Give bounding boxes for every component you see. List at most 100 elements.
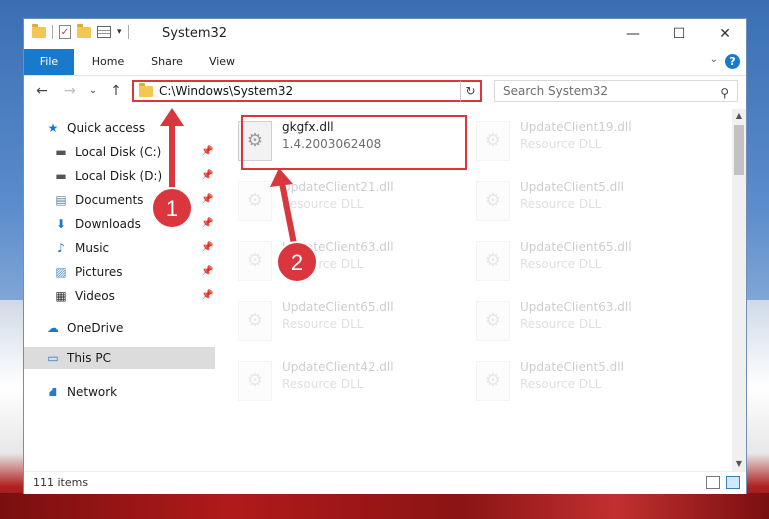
sidebar-item-local-disk-c[interactable]: ▬ Local Disk (C:) 📌 [24, 141, 215, 163]
file-item[interactable]: ⚙ UpdateClient65.dll Resource DLL [232, 295, 457, 350]
new-folder-icon[interactable] [77, 23, 91, 38]
tab-home[interactable]: Home [82, 49, 134, 75]
sidebar-item-label: Quick access [67, 121, 146, 135]
sidebar-item-documents[interactable]: ▤ Documents 📌 [24, 189, 215, 211]
help-icon[interactable]: ? [725, 54, 740, 69]
file-name: UpdateClient5.dll [520, 180, 624, 194]
desktop-background-left [0, 300, 24, 519]
file-highlight-box [241, 115, 467, 170]
documents-icon: ▤ [55, 193, 67, 207]
pin-icon[interactable]: 📌 [201, 189, 213, 211]
dll-file-icon: ⚙ [476, 301, 510, 341]
sidebar-item-videos[interactable]: ▦ Videos 📌 [24, 285, 215, 307]
file-item[interactable]: ⚙ UpdateClient42.dll Resource DLL [232, 355, 457, 410]
navigation-pane: ★ Quick access ▬ Local Disk (C:) 📌 ▬ Loc… [24, 109, 215, 471]
scroll-up-arrow-icon[interactable]: ▲ [732, 109, 746, 123]
large-icons-view-icon[interactable] [726, 476, 740, 489]
file-item[interactable]: ⚙ UpdateClient21.dll Resource DLL [232, 175, 457, 230]
dll-file-icon: ⚙ [238, 301, 272, 341]
drive-icon: ▬ [55, 145, 67, 159]
file-item[interactable]: ⚙ UpdateClient65.dll Resource DLL [470, 235, 695, 290]
dll-file-icon: ⚙ [476, 121, 510, 161]
network-icon: ⛘ [48, 385, 58, 399]
scroll-down-arrow-icon[interactable]: ▼ [732, 457, 746, 471]
star-icon: ★ [47, 121, 59, 135]
customize-dropdown-icon[interactable]: ▾ [117, 27, 122, 37]
up-button[interactable]: ↑ [106, 81, 126, 101]
dll-file-icon: ⚙ [476, 241, 510, 281]
sidebar-item-onedrive[interactable]: ☁ OneDrive [24, 317, 215, 339]
desktop-background-right [746, 300, 769, 519]
file-name: UpdateClient63.dll [520, 300, 632, 314]
tab-file[interactable]: File [24, 49, 74, 75]
file-description: Resource DLL [520, 317, 602, 331]
minimize-button[interactable]: — [610, 19, 656, 49]
title-bar: ✓ ▾ System32 — ☐ ✕ [24, 19, 746, 49]
file-item[interactable]: ⚙ UpdateClient63.dll Resource DLL [232, 235, 457, 290]
forward-button[interactable]: → [60, 81, 80, 101]
tab-share[interactable]: Share [142, 49, 192, 75]
ribbon-tabs: File Home Share View ⌄ ? [24, 49, 746, 76]
recent-locations-button[interactable]: ⌄ [86, 81, 100, 101]
refresh-button[interactable]: ↻ [460, 80, 482, 102]
file-description: Resource DLL [520, 197, 602, 211]
file-description: Resource DLL [282, 317, 364, 331]
sidebar-item-label: OneDrive [67, 321, 124, 335]
sidebar-item-this-pc[interactable]: ▭ This PC [24, 347, 215, 369]
pin-icon[interactable]: 📌 [201, 261, 213, 283]
file-name: UpdateClient63.dll [282, 240, 394, 254]
pin-icon[interactable]: 📌 [201, 237, 213, 259]
pin-icon[interactable]: 📌 [201, 165, 213, 187]
file-item[interactable]: ⚙ UpdateClient63.dll Resource DLL [470, 295, 695, 350]
sidebar-item-downloads[interactable]: ⬇ Downloads 📌 [24, 213, 215, 235]
sidebar-item-network[interactable]: ⛘ Network [24, 381, 215, 403]
expand-ribbon-icon[interactable]: ⌄ [710, 54, 718, 65]
close-button[interactable]: ✕ [702, 19, 748, 49]
properties-check-icon[interactable]: ✓ [59, 25, 71, 39]
file-item[interactable]: ⚙ UpdateClient5.dll Resource DLL [470, 175, 695, 230]
file-description: Resource DLL [520, 137, 602, 151]
pictures-icon: ▨ [55, 265, 67, 279]
file-name: UpdateClient65.dll [282, 300, 394, 314]
back-button[interactable]: ← [32, 81, 52, 101]
file-item[interactable]: ⚙ UpdateClient19.dll Resource DLL [470, 115, 695, 170]
properties-icon[interactable] [97, 26, 111, 38]
file-description: Resource DLL [520, 377, 602, 391]
toolbar-separator [52, 25, 53, 39]
pin-icon[interactable]: 📌 [201, 141, 213, 163]
navigation-bar: ← → ⌄ ↑ C:\Windows\System32 ⌄ ↻ Search S… [24, 76, 746, 106]
vertical-scrollbar[interactable]: ▲ ▼ [732, 109, 746, 471]
pin-icon[interactable]: 📌 [201, 213, 213, 235]
file-name: UpdateClient42.dll [282, 360, 394, 374]
scrollbar-thumb[interactable] [734, 125, 744, 175]
file-name: UpdateClient5.dll [520, 360, 624, 374]
file-item[interactable]: ⚙ UpdateClient5.dll Resource DLL [470, 355, 695, 410]
sidebar-item-quick-access[interactable]: ★ Quick access [24, 117, 215, 139]
sidebar-item-label: Local Disk (D:) [75, 169, 163, 183]
item-count: 111 items [33, 476, 89, 489]
desktop-background-bottom [0, 493, 769, 519]
drive-icon: ▬ [55, 169, 67, 183]
dll-file-icon: ⚙ [476, 181, 510, 221]
videos-icon: ▦ [55, 289, 67, 303]
folder-icon[interactable] [32, 23, 46, 38]
sidebar-item-pictures[interactable]: ▨ Pictures 📌 [24, 261, 215, 283]
sidebar-item-local-disk-d[interactable]: ▬ Local Disk (D:) 📌 [24, 165, 215, 187]
sidebar-item-label: Downloads [75, 217, 141, 231]
maximize-button[interactable]: ☐ [656, 19, 702, 49]
file-name: UpdateClient65.dll [520, 240, 632, 254]
search-placeholder: Search System32 [503, 84, 609, 98]
search-icon[interactable]: ⚲ [720, 83, 729, 103]
pin-icon[interactable]: 📌 [201, 285, 213, 307]
tab-view[interactable]: View [200, 49, 244, 75]
details-view-icon[interactable] [706, 476, 720, 489]
sidebar-item-music[interactable]: ♪ Music 📌 [24, 237, 215, 259]
file-description: Resource DLL [282, 197, 364, 211]
search-input[interactable]: Search System32 ⚲ [494, 80, 738, 102]
sidebar-item-label: Network [67, 385, 118, 399]
address-bar[interactable]: C:\Windows\System32 ⌄ [132, 80, 480, 102]
file-name: UpdateClient21.dll [282, 180, 394, 194]
address-path[interactable]: C:\Windows\System32 [159, 84, 460, 98]
file-description: Resource DLL [282, 377, 364, 391]
dll-file-icon: ⚙ [238, 181, 272, 221]
